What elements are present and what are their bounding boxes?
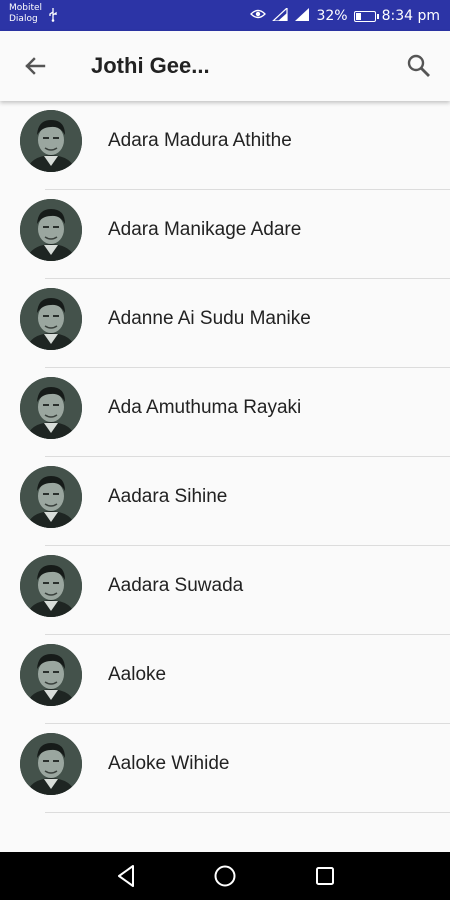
status-bar: Mobitel Dialog 32% 8:34 pm xyxy=(0,0,450,31)
avatar xyxy=(20,644,82,706)
clock: 8:34 pm xyxy=(381,8,440,24)
avatar xyxy=(20,110,82,172)
system-navigation-bar xyxy=(0,852,450,900)
list-item[interactable]: Adanne Ai Sudu Manike xyxy=(0,279,450,368)
divider xyxy=(45,812,450,813)
avatar xyxy=(20,199,82,261)
usb-icon xyxy=(48,8,58,25)
battery-level-fill xyxy=(355,12,362,20)
carrier-names: Mobitel Dialog xyxy=(9,3,42,25)
page-title: Jothi Gee... xyxy=(91,53,210,78)
cell-signal-icon xyxy=(294,7,310,25)
nav-home-icon[interactable] xyxy=(209,861,241,891)
list-item[interactable]: Adara Madura Athithe xyxy=(0,101,450,190)
nav-recents-icon[interactable] xyxy=(309,861,341,891)
status-icons: 32% 8:34 pm xyxy=(250,6,440,25)
list-item[interactable]: Adara Manikage Adare xyxy=(0,190,450,279)
avatar xyxy=(20,377,82,439)
battery-percent: 32% xyxy=(316,8,348,24)
song-title: Aadara Suwada xyxy=(108,575,244,596)
song-title: Aadara Sihine xyxy=(108,486,228,507)
carrier-secondary: Dialog xyxy=(9,14,38,24)
list-item[interactable]: Aaloke Wihide xyxy=(0,724,450,813)
song-title: Aaloke xyxy=(108,664,167,685)
song-title: Ada Amuthuma Rayaki xyxy=(108,397,302,418)
app-bar: Jothi Gee... xyxy=(0,31,450,101)
eye-comfort-icon xyxy=(250,8,267,24)
wifi-signal-icon xyxy=(271,6,289,25)
carrier-primary: Mobitel xyxy=(9,3,43,13)
back-arrow-icon[interactable] xyxy=(20,51,50,81)
song-title: Adara Madura Athithe xyxy=(108,130,292,151)
list-item[interactable]: Ada Amuthuma Rayaki xyxy=(0,368,450,457)
song-list: Adara Madura Athithe Adara Manikage Adare… xyxy=(0,101,450,852)
list-item[interactable]: Aaloke xyxy=(0,635,450,724)
search-icon[interactable] xyxy=(404,51,434,81)
song-title: Adanne Ai Sudu Manike xyxy=(108,308,311,329)
song-title: Adara Manikage Adare xyxy=(108,219,302,240)
song-title: Aaloke Wihide xyxy=(108,753,230,774)
avatar xyxy=(20,288,82,350)
avatar xyxy=(20,555,82,617)
battery-icon xyxy=(353,10,379,22)
avatar xyxy=(20,733,82,795)
avatar xyxy=(20,466,82,528)
list-item[interactable]: Aadara Suwada xyxy=(0,546,450,635)
nav-back-icon[interactable] xyxy=(110,861,142,891)
list-item[interactable]: Aadara Sihine xyxy=(0,457,450,546)
